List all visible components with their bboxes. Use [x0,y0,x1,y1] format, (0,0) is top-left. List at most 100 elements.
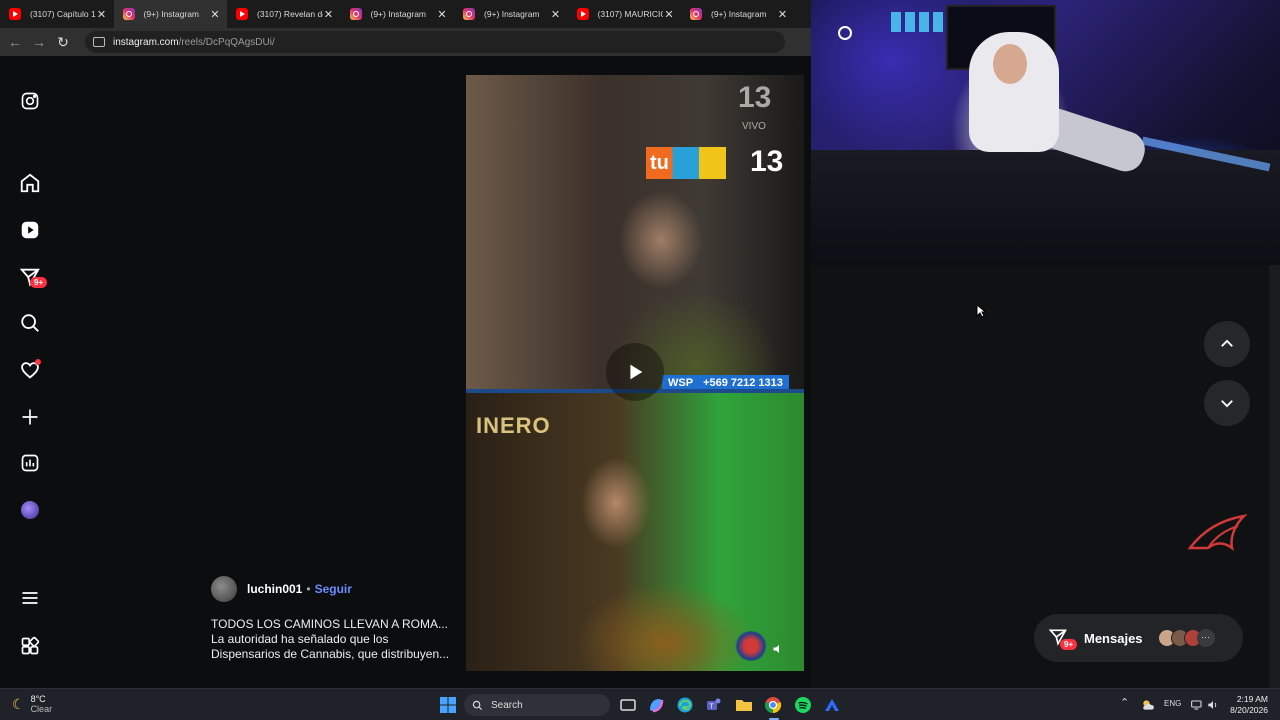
edge-icon[interactable] [676,696,694,714]
caption-line: La autoridad ha señalado que los [211,632,389,646]
language-indicator[interactable]: ENG [1164,699,1181,708]
play-button[interactable] [606,343,664,401]
site-info-icon[interactable] [93,37,105,47]
chrome-icon[interactable] [764,696,782,714]
emblem-icon [734,631,768,661]
weather-widget[interactable]: ☾ 8°C Clear [12,694,52,714]
tab-title: (3107) MAURICIO [597,9,664,19]
also-from-meta-icon[interactable] [18,634,42,658]
tab-instagram[interactable]: (9+) Instagram ✕ [681,0,795,28]
close-tab-icon[interactable]: ✕ [663,8,675,21]
tab-instagram[interactable]: (9+) Instagram ✕ [341,0,455,28]
tab-youtube-revelan[interactable]: (3107) Revelan de ✕ [227,0,341,28]
author-avatar[interactable] [211,576,237,602]
spotify-icon[interactable] [794,696,812,714]
url-host: instagram.com [113,36,179,48]
notification-dot [35,359,41,365]
browser-tab-strip: (3107) Capítulo 1 I ✕ (9+) Instagram ✕ (… [0,0,811,28]
instagram-logo-icon[interactable] [18,89,42,113]
tab-youtube-mauricio[interactable]: (3107) MAURICIO ✕ [568,0,682,28]
tab-title: (9+) Instagram [711,9,767,19]
messages-badge: 9+ [30,277,48,288]
rog-logo-icon [1187,514,1248,551]
cam-person-face [993,44,1027,84]
play-icon [630,364,643,380]
reels-icon[interactable] [18,218,42,242]
system-clock[interactable]: 2:19 AM 8/20/2026 [1222,694,1268,716]
weather-condition: Clear [30,704,53,714]
search-icon [472,700,483,710]
live-label: VIVO [742,121,766,132]
url-input[interactable]: instagram.com/reels/DcPqQAgsDUi/ [85,31,785,53]
webcam-overlay [811,0,1280,265]
whatsapp-label: WSP [668,377,694,389]
windows-start-icon[interactable] [439,696,457,714]
forward-icon[interactable]: → [27,34,51,50]
whatsapp-number: +569 7212 1313 [703,377,783,389]
address-toolbar: ← → ↻ instagram.com/reels/DcPqQAgsDUi/ [0,28,811,56]
messages-bar[interactable]: 9+ Mensajes ··· [1034,614,1243,662]
search-icon[interactable] [18,311,42,335]
close-tab-icon[interactable]: ✕ [777,8,789,21]
notifications-heart-icon[interactable] [18,358,42,382]
task-view-icon[interactable] [619,696,637,714]
background-sign-text: INERO [476,413,551,438]
mouse-cursor-icon [976,304,986,318]
close-tab-icon[interactable]: ✕ [436,8,448,21]
network-icon[interactable] [1191,699,1203,711]
program-logo: tu [646,147,726,179]
follow-button[interactable]: Seguir [315,582,352,596]
video-bottom-panel: INERO [466,393,804,671]
cam-circle-icon [838,26,852,40]
volume-icon[interactable] [1207,699,1219,711]
tab-youtube-capitulo[interactable]: (3107) Capítulo 1 I ✕ [0,0,114,28]
reel-video[interactable]: 13 VIVO tu 13 WSP +569 7212 1313 INERO [466,75,804,671]
close-tab-icon[interactable]: ✕ [96,8,108,21]
profile-avatar[interactable] [18,498,42,522]
teams-icon[interactable]: T [705,696,723,714]
dashboard-icon[interactable] [18,451,42,475]
tab-title: (9+) Instagram [370,9,427,19]
back-icon[interactable]: ← [3,34,27,50]
url-path: /reels/DcPqQAgsDUi/ [178,36,275,48]
instagram-icon [463,8,475,20]
clock-time: 2:19 AM [1236,694,1268,704]
cam-desk [811,150,1280,265]
close-tab-icon[interactable]: ✕ [209,8,221,21]
svg-text:T: T [710,704,715,711]
volume-icon[interactable] [772,643,784,655]
search-label: Search [491,699,523,711]
close-tab-icon[interactable]: ✕ [550,8,562,21]
reload-icon[interactable]: ↻ [51,34,75,51]
tray-overflow-icon[interactable]: ⌃ [1120,696,1129,709]
tab-instagram[interactable]: (9+) Instagram ✕ [454,0,568,28]
caption-line: TODOS LOS CAMINOS LLEVAN A ROMA... [211,617,448,631]
next-reel-button[interactable] [1204,380,1250,426]
messages-icon: 9+ [1048,627,1078,650]
create-plus-icon[interactable] [18,405,42,429]
youtube-icon [236,8,248,20]
clock-date: 8/20/2026 [1230,705,1268,715]
separator-dot: • [306,582,311,596]
copilot-icon[interactable] [647,696,665,714]
cloud-weather-icon[interactable] [1141,698,1155,712]
messages-icon[interactable]: 9+ [18,265,48,289]
chevron-down-icon [1221,400,1233,408]
file-explorer-icon[interactable] [735,696,753,714]
close-tab-icon[interactable]: ✕ [323,8,335,21]
instagram-icon [690,8,702,20]
tab-title: (3107) Revelan de [257,9,323,19]
reel-caption[interactable]: TODOS LOS CAMINOS LLEVAN A ROMA... La au… [211,617,451,662]
chevron-up-icon [1221,339,1233,347]
page-scrollbar[interactable] [1269,265,1280,688]
previous-reel-button[interactable] [1204,321,1250,367]
arc-app-icon[interactable] [823,696,841,714]
author-username[interactable]: luchin001 [247,582,302,596]
home-icon[interactable] [18,171,42,195]
channel-watermark-top: 13 [738,81,772,114]
cam-hex-lights [891,12,951,32]
tab-instagram-active[interactable]: (9+) Instagram ✕ [113,0,227,28]
caption-line: Dispensarios de Cannabis, que distribuye… [211,647,450,661]
taskbar-search-input[interactable]: Search [464,694,610,716]
menu-icon[interactable] [18,586,42,610]
